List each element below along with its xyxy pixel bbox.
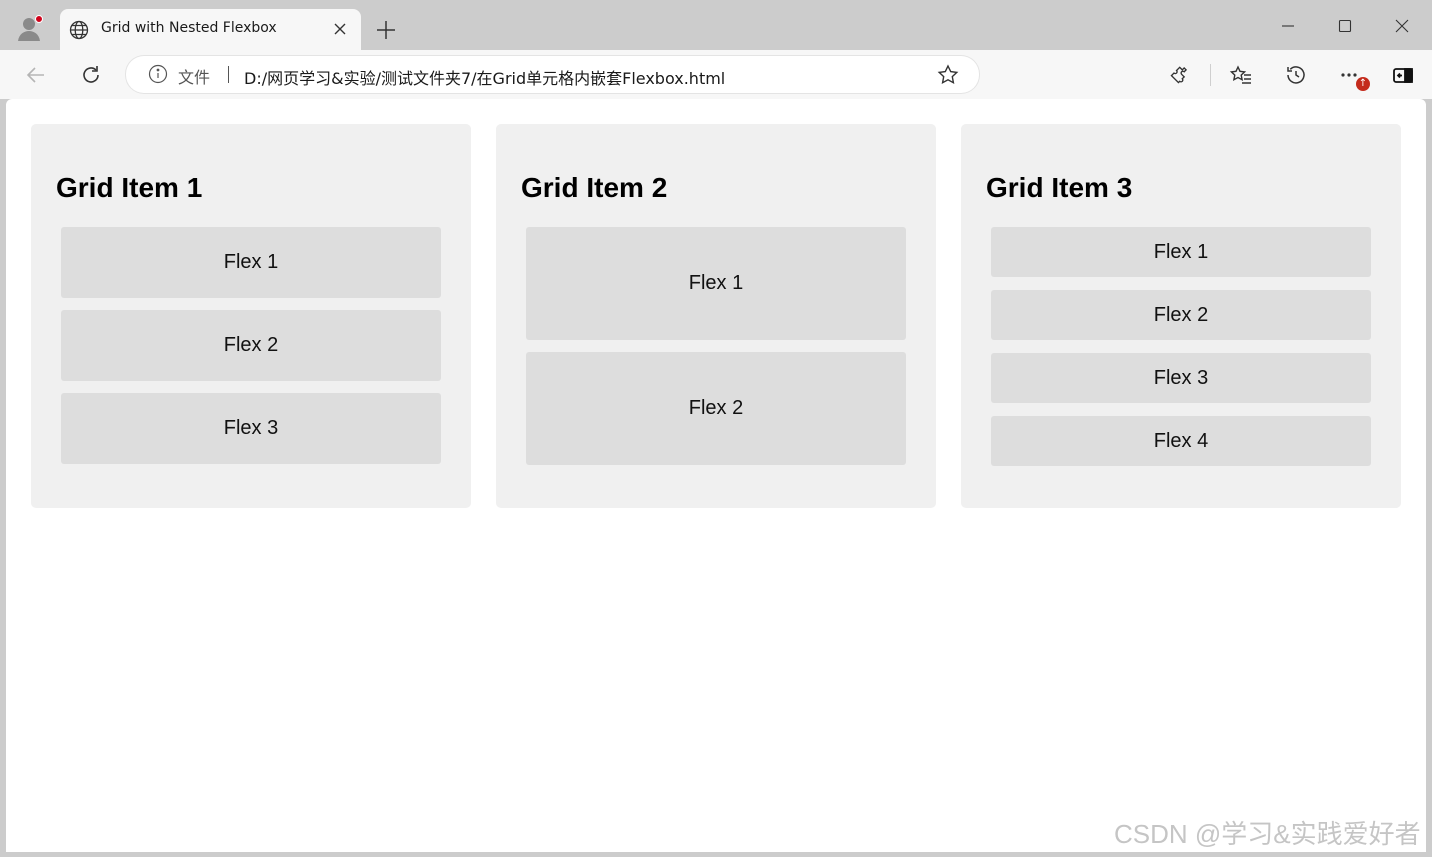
flex-container: Flex 1 Flex 2 Flex 3 (56, 227, 441, 465)
flex-item: Flex 2 (61, 310, 441, 381)
flex-item: Flex 1 (991, 227, 1371, 277)
flex-item: Flex 1 (526, 227, 906, 340)
grid-item-2: Grid Item 2 Flex 1 Flex 2 (496, 124, 936, 508)
extensions-puzzle-icon[interactable] (1169, 63, 1193, 87)
address-bar[interactable]: 文件 D:/网页学习&实验/测试文件夹7/在Grid单元格内嵌套Flexbox.… (126, 56, 979, 93)
grid-item-title: Grid Item 3 (986, 172, 1133, 203)
tab-active[interactable]: Grid with Nested Flexbox (60, 9, 361, 50)
globe-icon (69, 20, 89, 40)
page-viewport: Grid Item 1 Flex 1 Flex 2 Flex 3 Grid It… (6, 99, 1426, 852)
file-label: 文件 (178, 68, 211, 87)
back-arrow-icon[interactable] (24, 63, 48, 87)
flex-container: Flex 1 Flex 2 (521, 227, 906, 465)
grid-item-title: Grid Item 2 (521, 172, 668, 203)
watermark-text: CSDN @学习&实践爱好者 (1114, 819, 1421, 849)
url-text[interactable]: D:/网页学习&实验/测试文件夹7/在Grid单元格内嵌套Flexbox.htm… (244, 65, 725, 89)
grid-item-1: Grid Item 1 Flex 1 Flex 2 Flex 3 (31, 124, 471, 508)
browser-toolbar: 文件 D:/网页学习&实验/测试文件夹7/在Grid单元格内嵌套Flexbox.… (0, 50, 1432, 99)
flex-container: Flex 1 Flex 2 Flex 3 Flex 4 (986, 227, 1371, 466)
flex-item: Flex 2 (526, 352, 906, 465)
favorites-list-icon[interactable] (1229, 63, 1253, 87)
flex-item: Flex 3 (991, 353, 1371, 403)
update-badge: ↑ (1356, 77, 1370, 91)
grid-container: Grid Item 1 Flex 1 Flex 2 Flex 3 Grid It… (31, 124, 1401, 508)
profile-notification-dot (35, 15, 43, 23)
history-icon[interactable] (1284, 63, 1308, 87)
omnibox-divider (228, 66, 229, 83)
sidebar-toggle-icon[interactable] (1391, 63, 1415, 87)
flex-item: Flex 4 (991, 416, 1371, 466)
close-window-button[interactable] (1382, 8, 1422, 44)
flex-item: Flex 1 (61, 227, 441, 298)
tab-strip: Grid with Nested Flexbox (0, 0, 1432, 50)
grid-item-3: Grid Item 3 Flex 1 Flex 2 Flex 3 Flex 4 (961, 124, 1401, 508)
favorite-star-icon[interactable] (936, 63, 960, 87)
toolbar-divider (1210, 64, 1211, 86)
grid-item-title: Grid Item 1 (56, 172, 203, 203)
refresh-icon[interactable] (79, 63, 103, 87)
new-tab-button[interactable] (374, 18, 398, 42)
info-icon[interactable] (148, 64, 168, 84)
minimize-button[interactable] (1268, 8, 1308, 44)
flex-item: Flex 2 (991, 290, 1371, 340)
tab-title: Grid with Nested Flexbox (101, 20, 277, 36)
flex-item: Flex 3 (61, 393, 441, 464)
maximize-button[interactable] (1325, 8, 1365, 44)
close-tab-icon[interactable] (332, 21, 348, 37)
